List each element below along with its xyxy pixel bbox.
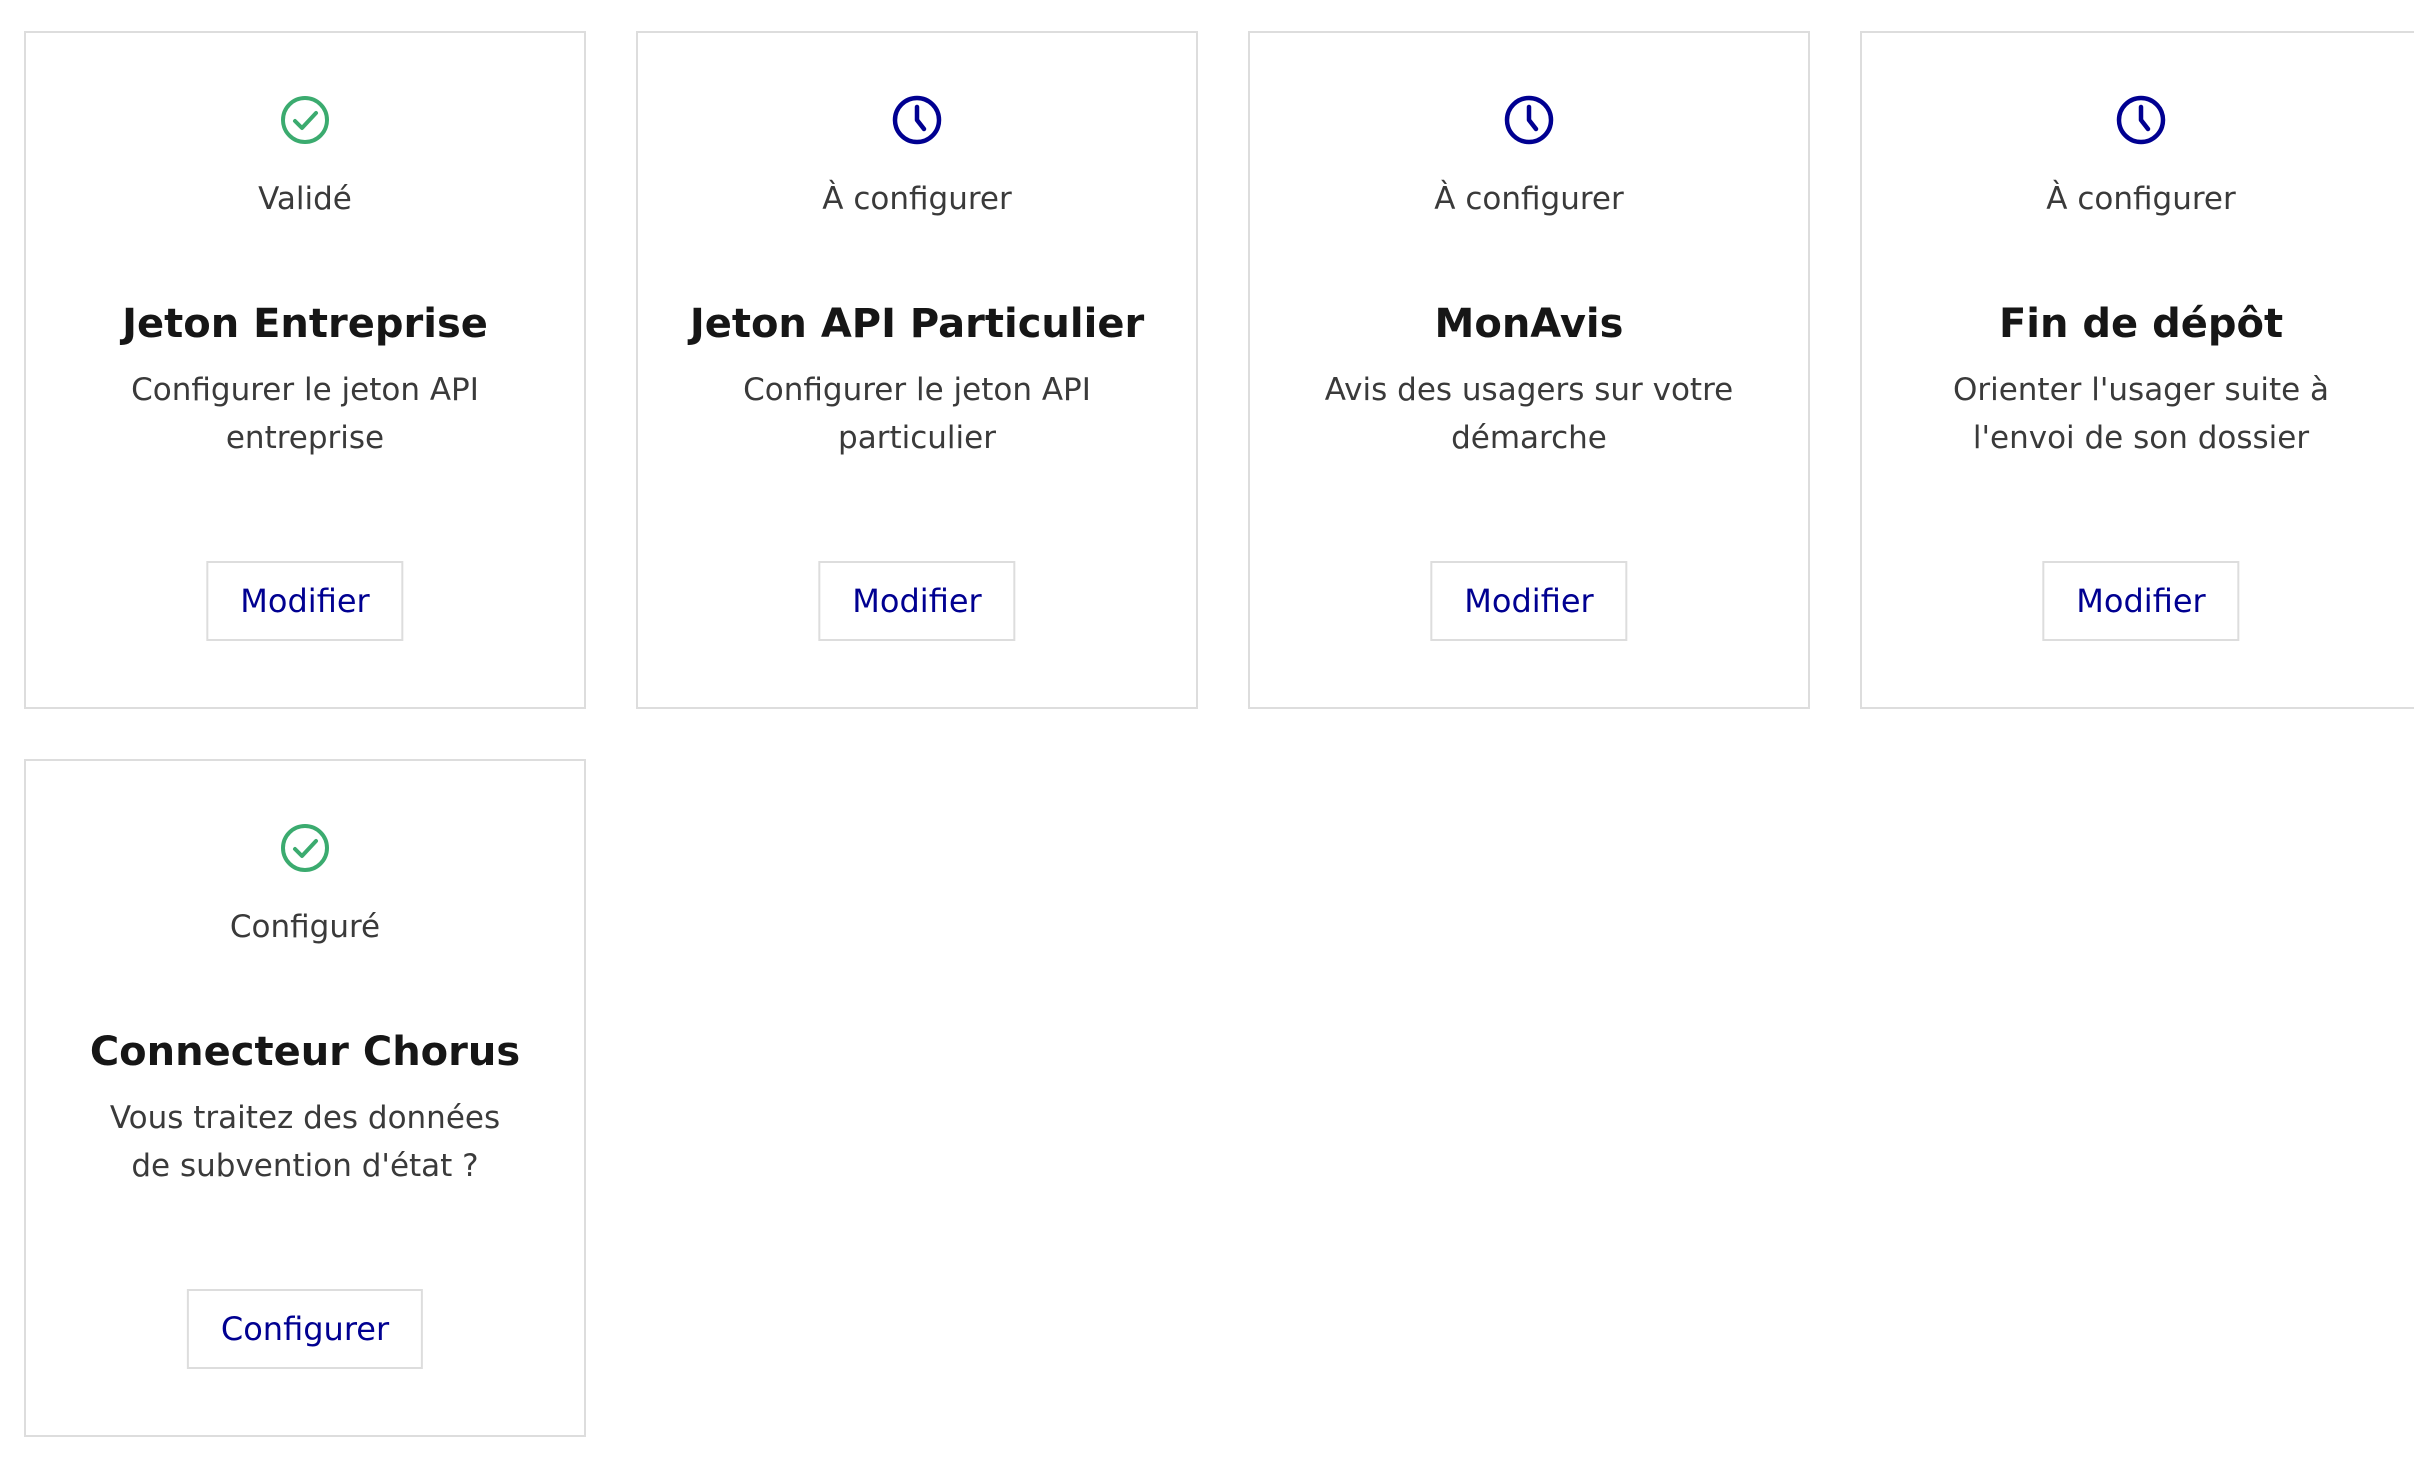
modify-button[interactable]: Modifier	[2042, 561, 2240, 641]
status-text: Configuré	[229, 909, 381, 945]
clock-icon	[891, 94, 943, 146]
modify-button[interactable]: Modifier	[1430, 561, 1628, 641]
card-jeton-api-particulier: À configurer Jeton API Particulier Confi…	[636, 31, 1198, 709]
card-title: Jeton Entreprise	[122, 301, 488, 347]
card-connecteur-chorus: Configuré Connecteur Chorus Vous traitez…	[24, 759, 586, 1437]
card-jeton-entreprise: Validé Jeton Entreprise Configurer le je…	[24, 31, 586, 709]
status-text: À configurer	[1434, 181, 1624, 217]
status-text: À configurer	[2046, 181, 2236, 217]
clock-icon	[1503, 94, 1555, 146]
card-description: Vous traitez des données de subvention d…	[109, 1100, 501, 1184]
card-description: Configurer le jeton API particulier	[743, 372, 1091, 456]
check-circle-icon	[279, 822, 331, 874]
status-text: Validé	[258, 181, 352, 217]
card-title: Fin de dépôt	[1998, 301, 2284, 347]
modify-button[interactable]: Modifier	[206, 561, 404, 641]
card-title: Connecteur Chorus	[89, 1029, 521, 1075]
configure-button[interactable]: Configurer	[186, 1289, 424, 1369]
status-text: À configurer	[822, 181, 1012, 217]
card-fin-de-depot: À configurer Fin de dépôt Orienter l'usa…	[1860, 31, 2414, 709]
check-circle-icon	[279, 94, 331, 146]
card-title: MonAvis	[1434, 301, 1624, 347]
card-monavis: À configurer MonAvis Avis des usagers su…	[1248, 31, 1810, 709]
modify-button[interactable]: Modifier	[818, 561, 1016, 641]
card-title: Jeton API Particulier	[689, 301, 1145, 347]
card-description: Orienter l'usager suite à l'envoi de son…	[1952, 372, 2330, 456]
clock-icon	[2115, 94, 2167, 146]
card-description: Configurer le jeton API entreprise	[131, 372, 479, 456]
card-description: Avis des usagers sur votre démarche	[1324, 372, 1734, 456]
